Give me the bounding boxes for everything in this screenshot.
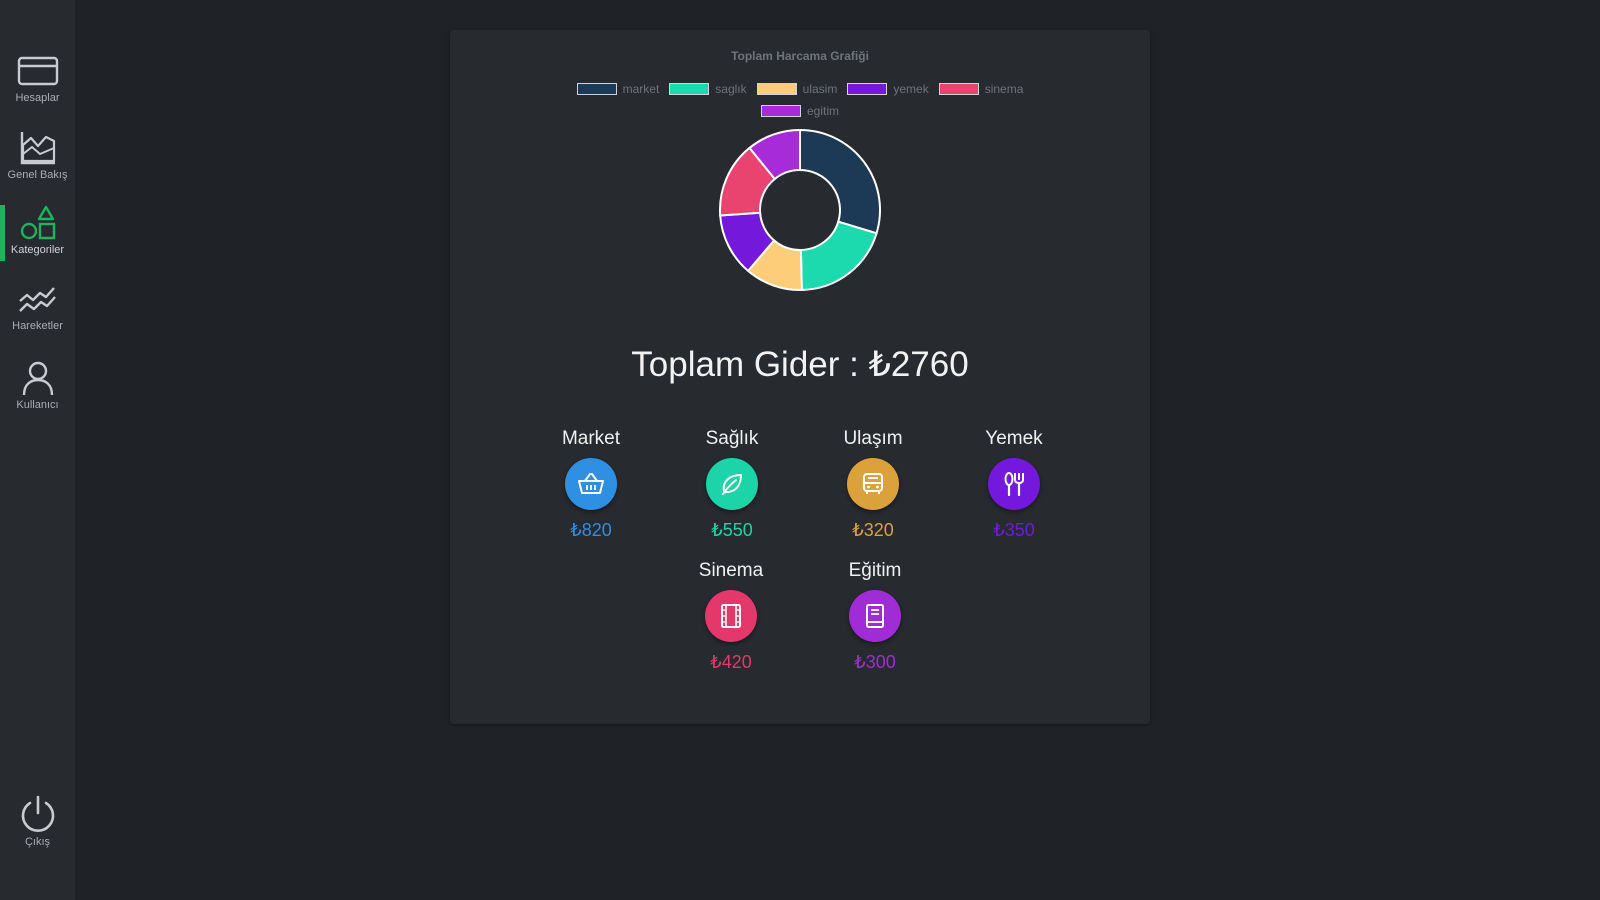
legend-item-sinema[interactable]: sinema [938,82,1024,96]
category-name: Sinema [698,560,764,581]
legend-label: sinema [984,82,1024,96]
nav-item-kategoriler[interactable]: Kategoriler [0,205,75,271]
category-saglik[interactable]: Sağlık ₺550 [672,428,792,541]
legend-label: egitim [806,104,839,118]
category-sinema[interactable]: Sinema ₺420 [671,560,791,673]
legend-label: ulasim [802,82,838,96]
legend-item-saglik[interactable]: saglık [669,82,747,96]
legend-item-yemek[interactable]: yemek [847,82,929,96]
legend-item-market[interactable]: market [576,82,660,96]
chart-legend-row-2: egitim [450,104,1150,118]
total-expense: Toplam Gider : ₺2760 [631,345,969,384]
nav-label-genel-bakis: Genel Bakış [7,169,68,181]
nav-item-genel-bakis[interactable]: Genel Bakış [0,130,75,196]
donut-chart[interactable] [714,124,886,296]
credit-card-icon [17,56,58,86]
category-amount: ₺320 [852,520,894,540]
donut-slice-market[interactable] [799,128,881,235]
leaf-icon [722,474,742,495]
legend-swatch [847,83,888,95]
category-ulasim[interactable]: Ulaşım ₺320 [813,428,933,541]
legend-item-ulasim[interactable]: ulasim [756,82,838,96]
nav-label-hareketler: Hareketler [12,320,63,332]
legend-label: market [622,82,660,96]
legend-swatch [760,105,801,117]
logout-button[interactable]: Çıkış [0,795,75,861]
nav-item-hesaplar[interactable]: Hesaplar [0,55,75,121]
category-amount: ₺350 [993,520,1035,540]
nav-label-hesaplar: Hesaplar [15,92,60,104]
category-icon-badge[interactable] [705,590,757,642]
category-icon-badge[interactable] [988,458,1040,510]
category-name: Market [561,428,621,449]
chart-title: Toplam Harcama Grafiği [731,49,869,63]
category-name: Sağlık [705,428,759,449]
category-amount: ₺550 [711,520,753,540]
nav-label-kullanici: Kullanıcı [16,399,59,411]
nav-label-kategoriler: Kategoriler [10,244,65,256]
legend-label: saglık [715,82,747,96]
nav-item-kullanici[interactable]: Kullanıcı [0,360,75,426]
book-icon [866,604,884,628]
donut-slice-saglık[interactable] [799,220,878,292]
area-chart-icon [20,132,55,165]
legend-item-egitim[interactable]: egitim [760,104,839,118]
user-icon [22,361,53,396]
legend-swatch [669,83,710,95]
film-icon [721,604,741,628]
legend-label: yemek [893,82,929,96]
expense-card: Toplam Harcama Grafiği market saglık ula… [450,30,1150,724]
shapes-icon [20,205,55,240]
logout-label: Çıkış [24,836,51,848]
category-icon-badge[interactable] [565,458,617,510]
category-icon-badge[interactable] [847,458,899,510]
power-icon [21,795,54,832]
category-market[interactable]: Market ₺820 [531,428,651,541]
category-amount: ₺420 [710,652,752,672]
bus-icon [863,473,883,494]
basket-icon [578,473,604,494]
nav-item-hareketler[interactable]: Hareketler [0,285,75,351]
category-icon-badge[interactable] [849,590,901,642]
legend-swatch [576,83,617,95]
category-amount: ₺820 [570,520,612,540]
category-yemek[interactable]: Yemek ₺350 [954,428,1074,541]
category-egitim[interactable]: Eğitim ₺300 [815,560,935,673]
chart-legend-row-1: market saglık ulasim yemek sinema [450,82,1150,96]
category-amount: ₺300 [854,652,896,672]
category-name: Yemek [985,428,1043,449]
category-icon-badge[interactable] [706,458,758,510]
trend-lines-icon [18,287,56,312]
fork-knife-icon [1004,472,1024,497]
category-name: Eğitim [848,560,902,581]
legend-swatch [756,83,797,95]
category-name: Ulaşım [843,428,903,449]
legend-swatch [938,83,979,95]
sidebar: Hesaplar Genel Bakış Kategoriler Hareket… [0,0,75,900]
